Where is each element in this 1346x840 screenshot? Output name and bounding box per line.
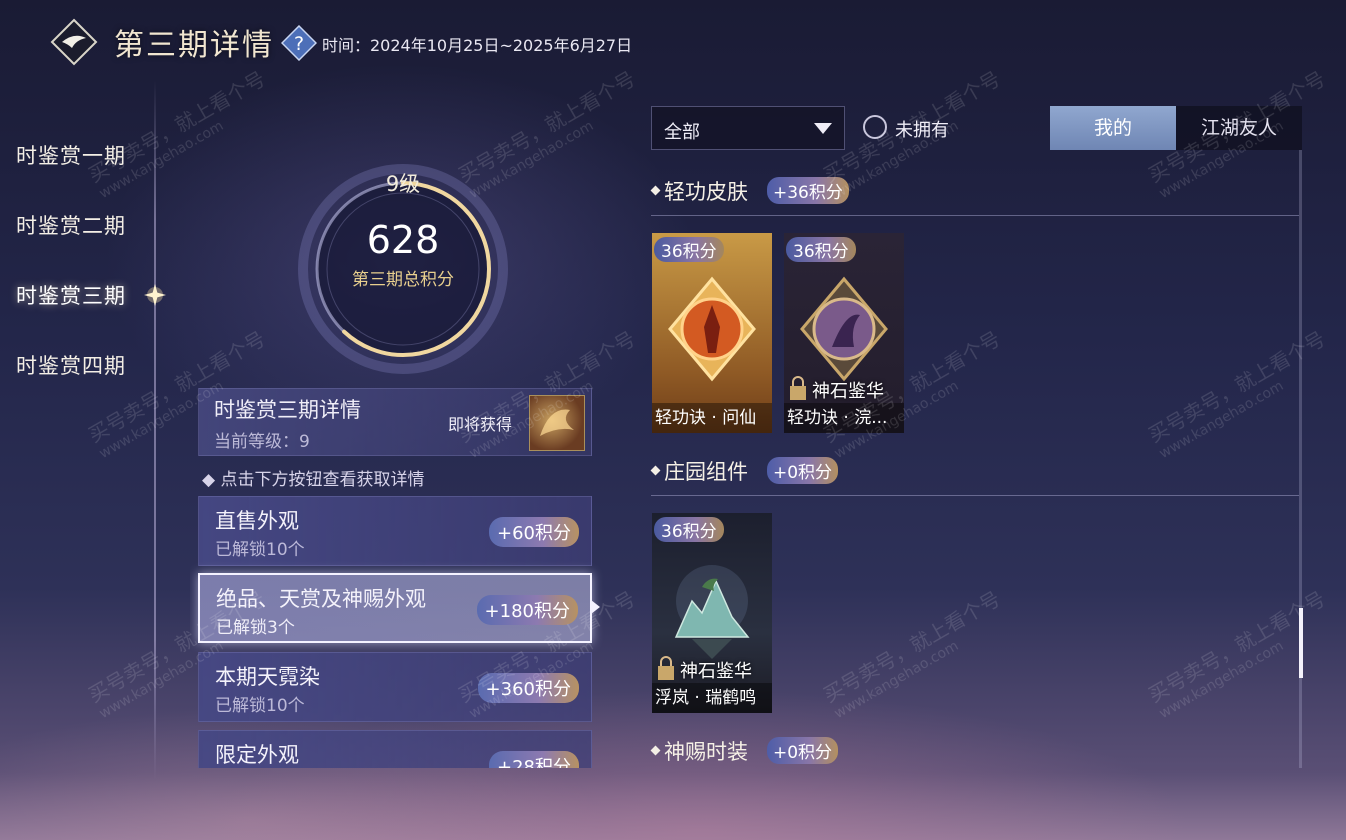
item-points-badge: 36积分 bbox=[654, 237, 724, 262]
hint-text: ◆ 点击下方按钮查看获取详情 bbox=[202, 470, 425, 490]
section-bullet bbox=[650, 465, 661, 476]
reward-item[interactable]: 36积分 轻功诀 · 问仙 bbox=[652, 233, 772, 433]
lock-source-label: 神石鉴华 bbox=[680, 661, 752, 682]
tab-mine[interactable]: 我的 bbox=[1050, 106, 1176, 150]
nav-item-period-1[interactable]: 时鉴赏一期 bbox=[16, 140, 126, 170]
nav-item-period-4[interactable]: 时鉴赏四期 bbox=[16, 350, 126, 380]
section-points-badge: +36积分 bbox=[767, 177, 849, 204]
watermark: 买号卖号，就上看个号 www.kangehao.com bbox=[1142, 323, 1338, 462]
section-points-badge: +0积分 bbox=[767, 737, 839, 764]
category-points-badge: +360积分 bbox=[477, 673, 579, 703]
item-points-badge: 36积分 bbox=[654, 517, 724, 542]
item-name: 浮岚 · 瑞鹤鸣 bbox=[652, 683, 772, 713]
section-title: 庄园组件 bbox=[664, 460, 748, 484]
section-title: 神赐时装 bbox=[664, 740, 748, 764]
watermark-url: www.kangehao.com bbox=[1156, 377, 1287, 462]
detail-title: 时鉴赏三期详情 bbox=[214, 398, 361, 422]
item-name: 轻功诀 · 浣... bbox=[784, 403, 904, 433]
item-name: 轻功诀 · 问仙 bbox=[652, 403, 772, 433]
section-points-badge: +0积分 bbox=[767, 457, 839, 484]
watermark-url: www.kangehao.com bbox=[1156, 637, 1287, 722]
svg-text:?: ? bbox=[294, 33, 304, 55]
section-bullet bbox=[650, 745, 661, 756]
category-name: 直售外观 bbox=[215, 509, 299, 533]
watermark-url: www.kangehao.com bbox=[831, 637, 962, 722]
total-score: 628 bbox=[366, 218, 440, 262]
period-text: 时间：2024年10月25日~2025年6月27日 bbox=[322, 36, 633, 55]
category-direct-sale[interactable]: 直售外观 已解锁10个 +60积分 bbox=[198, 496, 592, 566]
category-list[interactable]: 直售外观 已解锁10个 +60积分 绝品、天赏及神赐外观 已解锁3个 +180积… bbox=[190, 490, 610, 768]
tab-friends[interactable]: 江湖友人 bbox=[1176, 106, 1302, 150]
category-premium-appearance[interactable]: 绝品、天赏及神赐外观 已解锁3个 +180积分 bbox=[198, 573, 592, 643]
back-logo-icon[interactable] bbox=[50, 18, 98, 66]
lock-icon bbox=[657, 655, 675, 681]
hint-label: 点击下方按钮查看获取详情 bbox=[220, 470, 425, 490]
category-status: 已解锁10个 bbox=[215, 696, 305, 716]
current-level: 当前等级：9 bbox=[214, 432, 310, 452]
total-score-label: 第三期总积分 bbox=[352, 270, 454, 290]
category-points-badge: +60积分 bbox=[489, 517, 579, 547]
watermark-url: www.kangehao.com bbox=[831, 117, 962, 202]
watermark: 买号卖号，就上看个号 www.kangehao.com bbox=[1142, 583, 1338, 722]
reward-item[interactable]: 36积分 神石鉴华 浮岚 · 瑞鹤鸣 bbox=[652, 513, 772, 713]
watermark-line: 买号卖号，就上看个号 bbox=[819, 586, 1005, 708]
scrollbar-thumb[interactable] bbox=[1299, 608, 1303, 678]
category-status: 已解锁3个 bbox=[216, 618, 295, 638]
nav-item-period-2[interactable]: 时鉴赏二期 bbox=[16, 210, 126, 240]
item-points-badge: 36积分 bbox=[786, 237, 856, 262]
section-title: 轻功皮肤 bbox=[664, 180, 748, 204]
lock-source-label: 神石鉴华 bbox=[812, 381, 884, 402]
watermark: 买号卖号，就上看个号 www.kangehao.com bbox=[82, 63, 278, 202]
lock-icon bbox=[789, 375, 807, 401]
page-title: 第三期详情 bbox=[114, 28, 274, 63]
filter-selected-value: 全部 bbox=[664, 122, 700, 143]
category-limited-appearance[interactable]: 限定外观 +28积分 bbox=[198, 730, 592, 768]
category-status: 已解锁10个 bbox=[215, 540, 305, 560]
watermark: 买号卖号，就上看个号 www.kangehao.com bbox=[817, 583, 1013, 722]
nav-item-period-3[interactable]: 时鉴赏三期 bbox=[16, 280, 126, 310]
active-marker-icon bbox=[140, 280, 170, 310]
upcoming-reward-thumbnail[interactable] bbox=[529, 395, 585, 451]
category-name: 限定外观 bbox=[215, 743, 299, 767]
reward-item[interactable]: 36积分 神石鉴华 轻功诀 · 浣... bbox=[784, 233, 904, 433]
filter-dropdown[interactable]: 全部 bbox=[651, 106, 845, 150]
category-name: 绝品、天赏及神赐外观 bbox=[216, 587, 426, 611]
section-divider bbox=[651, 215, 1299, 216]
category-name: 本期天霓染 bbox=[215, 665, 320, 689]
nav-divider bbox=[154, 80, 156, 780]
category-points-badge: +28积分 bbox=[489, 751, 579, 768]
section-divider bbox=[651, 495, 1299, 496]
floating-island-icon bbox=[662, 551, 762, 671]
selected-arrow-icon bbox=[591, 600, 600, 614]
category-dye[interactable]: 本期天霓染 已解锁10个 +360积分 bbox=[198, 652, 592, 722]
not-owned-label[interactable]: 未拥有 bbox=[895, 116, 949, 142]
category-points-badge: +180积分 bbox=[476, 595, 578, 625]
chevron-down-icon bbox=[814, 123, 832, 134]
level-label: 9级 bbox=[385, 172, 421, 196]
qinggong-emblem-icon bbox=[662, 271, 762, 391]
upcoming-label: 即将获得 bbox=[448, 415, 513, 434]
qinggong-emblem-icon bbox=[794, 271, 894, 391]
not-owned-checkbox[interactable] bbox=[863, 115, 887, 139]
help-icon[interactable]: ? bbox=[280, 24, 318, 62]
section-bullet bbox=[650, 185, 661, 196]
